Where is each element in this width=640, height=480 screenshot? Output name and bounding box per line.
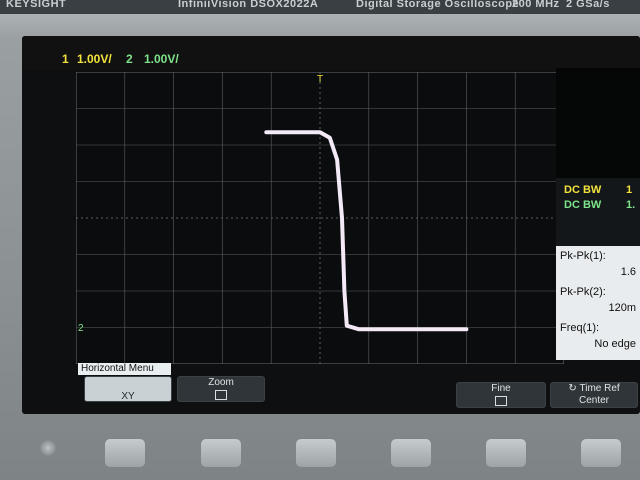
entry-knob[interactable] [40,440,56,456]
oscilloscope-bezel: KEYSIGHT InfiniiVision DSOX2022A Digital… [0,0,640,480]
softkey-fine[interactable]: Fine [456,382,546,408]
model-name: InfiniiVision DSOX2022A [178,0,319,10]
channel-1-coupling-value: 1 [626,184,633,196]
front-panel-button[interactable] [200,438,242,468]
measurement-value: No edge [594,338,636,350]
channel-1-number[interactable]: 1 [62,52,69,66]
measurement-label: Pk-Pk(2): [560,286,606,298]
rotate-knob-icon: ↻ [568,383,577,394]
checkbox-icon [215,390,227,400]
measurement-value: 120m [608,302,636,314]
brand-bar: KEYSIGHT InfiniiVision DSOX2022A Digital… [0,0,640,14]
channel-2-coupling: DC BW [564,199,602,211]
softkey-xy-label: XY [121,391,135,402]
side-panel-top [556,68,640,178]
softkey-zoom[interactable]: Zoom [177,376,265,402]
measurement-value: 1.6 [620,266,636,278]
softkey-time-ref-value: Center [578,395,609,406]
time-ref-label-text: Time Ref [579,383,620,394]
softkey-time-ref[interactable]: ↻ Time Ref Center [550,382,638,408]
sample-rate-label: 2 GSa/s [566,0,610,10]
front-panel-button[interactable] [295,438,337,468]
measurements-panel: Pk-Pk(1): 1.6 Pk-Pk(2): 120m Freq(1): No… [556,246,640,360]
softkey-xy[interactable]: XY [84,376,172,402]
channel-2-coupling-value: 1. [626,199,636,211]
instrument-description: Digital Storage Oscilloscope [356,0,520,10]
front-panel-button[interactable] [104,438,146,468]
bandwidth-label: 200 MHz [512,0,560,10]
scope-screen: 1 1.00V/ 2 1.00V/ T 2 DC BW 1 DC BW 1. P… [22,36,640,414]
front-panel-button[interactable] [485,438,527,468]
channel-2-number[interactable]: 2 [126,52,133,66]
trigger-position-marker[interactable]: T [317,74,323,85]
channel-2-ground-marker[interactable]: 2 [78,323,84,334]
measurement-label: Freq(1): [560,322,600,334]
measurement-label: Pk-Pk(1): [560,250,606,262]
softkey-fine-label: Fine [491,383,511,394]
softkey-time-ref-label: ↻ Time Ref [551,383,637,395]
front-panel-button[interactable] [390,438,432,468]
channel-1-scale[interactable]: 1.00V/ [77,52,112,66]
menu-title: Horizontal Menu [78,363,171,375]
graticule-display: T 2 [76,72,564,364]
channel-2-scale[interactable]: 1.00V/ [144,52,179,66]
softkey-zoom-label: Zoom [208,377,234,388]
front-panel-button[interactable] [580,438,622,468]
channel-strip: 1 1.00V/ 2 1.00V/ [22,36,640,70]
channel-1-coupling: DC BW [564,184,602,196]
side-panel: DC BW 1 DC BW 1. Pk-Pk(1): 1.6 Pk-Pk(2):… [556,68,640,414]
brand-name: KEYSIGHT [6,0,67,10]
checkbox-icon [495,396,507,406]
